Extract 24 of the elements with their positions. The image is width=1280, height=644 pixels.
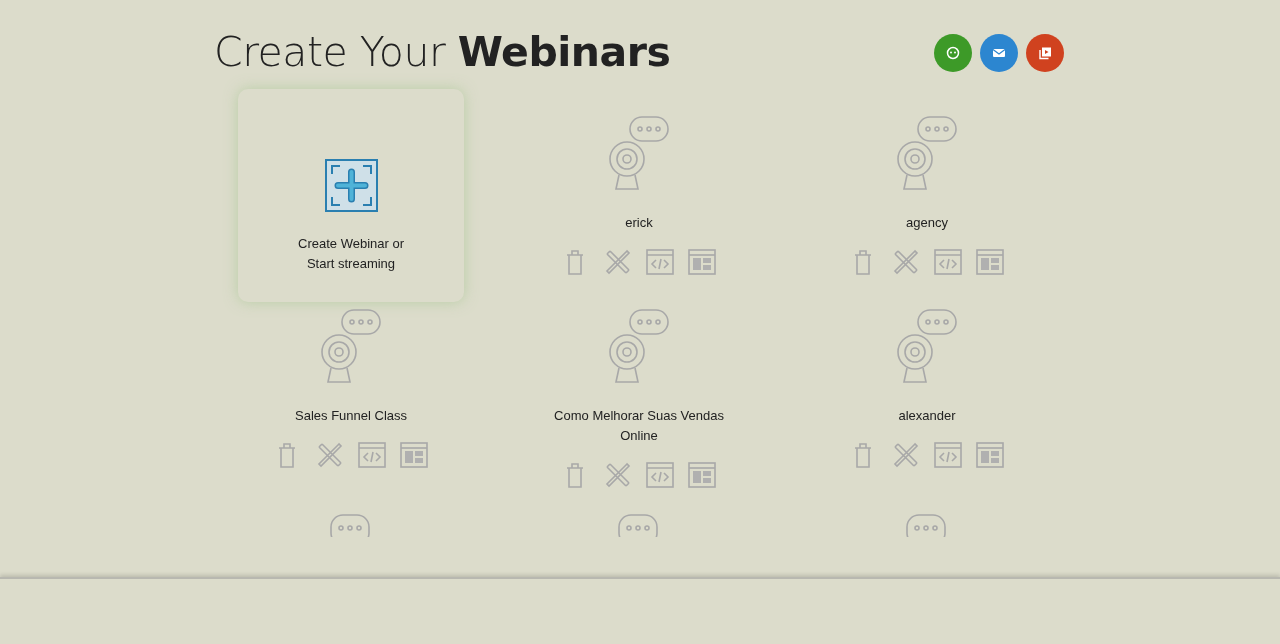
- landing-page-icon[interactable]: [687, 460, 717, 491]
- webinar-title: Sales Funnel Class: [294, 407, 408, 426]
- create-webinar-card[interactable]: Create Webinar or Start streaming: [238, 89, 464, 303]
- embed-code-icon[interactable]: [933, 247, 963, 278]
- page-title: Create Your Webinars: [214, 28, 671, 78]
- action-button[interactable]: [934, 34, 972, 72]
- landing-page-icon[interactable]: [687, 247, 717, 278]
- webinar-title: erick: [624, 214, 654, 233]
- action-button[interactable]: [1026, 34, 1064, 72]
- create-webinar-label: Create Webinar or Start streaming: [297, 235, 405, 274]
- webinar-title: Como Melhorar Suas Vendas Online: [553, 407, 725, 446]
- action-button[interactable]: [980, 34, 1018, 72]
- landing-page-icon[interactable]: [975, 440, 1005, 471]
- webinar-title: alexander: [897, 407, 957, 426]
- landing-page-icon[interactable]: [975, 247, 1005, 278]
- embed-code-icon[interactable]: [645, 247, 675, 278]
- embed-code-icon[interactable]: [357, 440, 387, 471]
- webinar-title: agency: [905, 214, 949, 233]
- chat-bubble-icon: [945, 45, 961, 61]
- landing-page-icon[interactable]: [399, 440, 429, 471]
- video-library-icon: [1037, 45, 1053, 61]
- embed-code-icon[interactable]: [933, 440, 963, 471]
- embed-code-icon[interactable]: [645, 460, 675, 491]
- add-icon: [324, 159, 378, 213]
